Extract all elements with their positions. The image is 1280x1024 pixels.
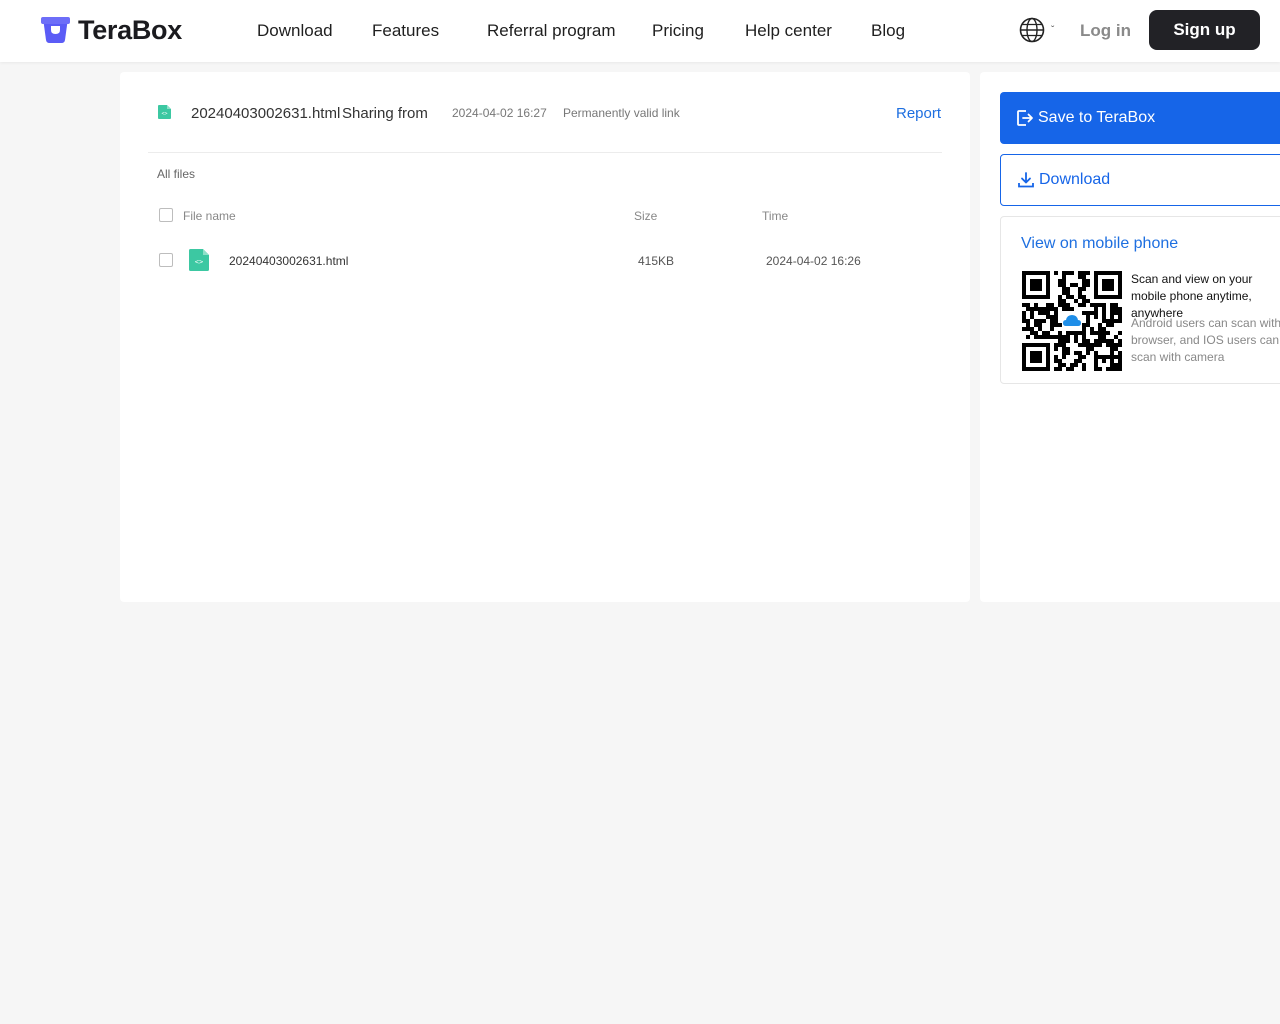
share-file-card: <> 20240403002631.html Sharing from 2024… <box>120 72 970 602</box>
select-all-checkbox[interactable] <box>159 208 173 222</box>
column-header-size[interactable]: Size <box>634 209 657 223</box>
row-file-size: 415KB <box>638 254 675 268</box>
nav-referral-program[interactable]: Referral program <box>487 21 616 41</box>
row-checkbox[interactable] <box>159 253 173 267</box>
download-button[interactable]: Download <box>1000 154 1280 206</box>
download-icon <box>1018 172 1034 188</box>
qr-code <box>1022 271 1122 371</box>
save-button-label: Save to TeraBox <box>1038 109 1156 126</box>
svg-text:<>: <> <box>161 111 167 117</box>
breadcrumb-all-files[interactable]: All files <box>157 167 195 181</box>
side-panel: Save to TeraBox Download View on mobile … <box>980 72 1280 602</box>
sharing-from-label: Sharing from <box>342 105 428 122</box>
share-info-bar: <> 20240403002631.html Sharing from 2024… <box>120 72 970 152</box>
save-icon <box>1017 110 1033 126</box>
nav-features[interactable]: Features <box>372 21 439 41</box>
nav-blog[interactable]: Blog <box>871 21 905 41</box>
login-link[interactable]: Log in <box>1080 21 1131 41</box>
share-timestamp: 2024-04-02 16:27 <box>452 106 547 120</box>
report-link[interactable]: Report <box>896 105 941 122</box>
svg-text:<>: <> <box>195 258 203 266</box>
html-file-icon: <> <box>189 249 209 271</box>
mobile-view-box: View on mobile phone Scan and view on yo… <box>1000 216 1280 384</box>
nav-download[interactable]: Download <box>257 21 333 41</box>
terabox-logo-icon <box>41 17 70 43</box>
row-file-time: 2024-04-02 16:26 <box>766 254 861 268</box>
scan-hint: Android users can scan with browser, and… <box>1131 316 1280 364</box>
column-header-time[interactable]: Time <box>762 209 788 223</box>
signup-button[interactable]: Sign up <box>1149 10 1260 50</box>
html-file-icon: <> <box>158 105 171 119</box>
save-to-terabox-button[interactable]: Save to TeraBox <box>1000 92 1280 144</box>
nav-help-center[interactable]: Help center <box>745 21 832 41</box>
language-selector[interactable]: ˇ <box>1019 17 1054 43</box>
nav-pricing[interactable]: Pricing <box>652 21 704 41</box>
top-header: TeraBox Download Features Referral progr… <box>0 0 1280 62</box>
chevron-down-icon: ˇ <box>1051 24 1055 36</box>
shared-file-name: 20240403002631.html <box>191 105 341 122</box>
download-button-label: Download <box>1039 171 1111 188</box>
row-file-name[interactable]: 20240403002631.html <box>229 254 348 268</box>
terabox-logo[interactable]: TeraBox <box>40 14 182 46</box>
brand-name: TeraBox <box>78 14 182 45</box>
globe-icon <box>1019 17 1045 43</box>
mobile-view-title: View on mobile phone <box>1021 235 1179 252</box>
column-header-name[interactable]: File name <box>183 209 236 223</box>
link-validity: Permanently valid link <box>563 106 680 120</box>
divider <box>148 152 942 153</box>
